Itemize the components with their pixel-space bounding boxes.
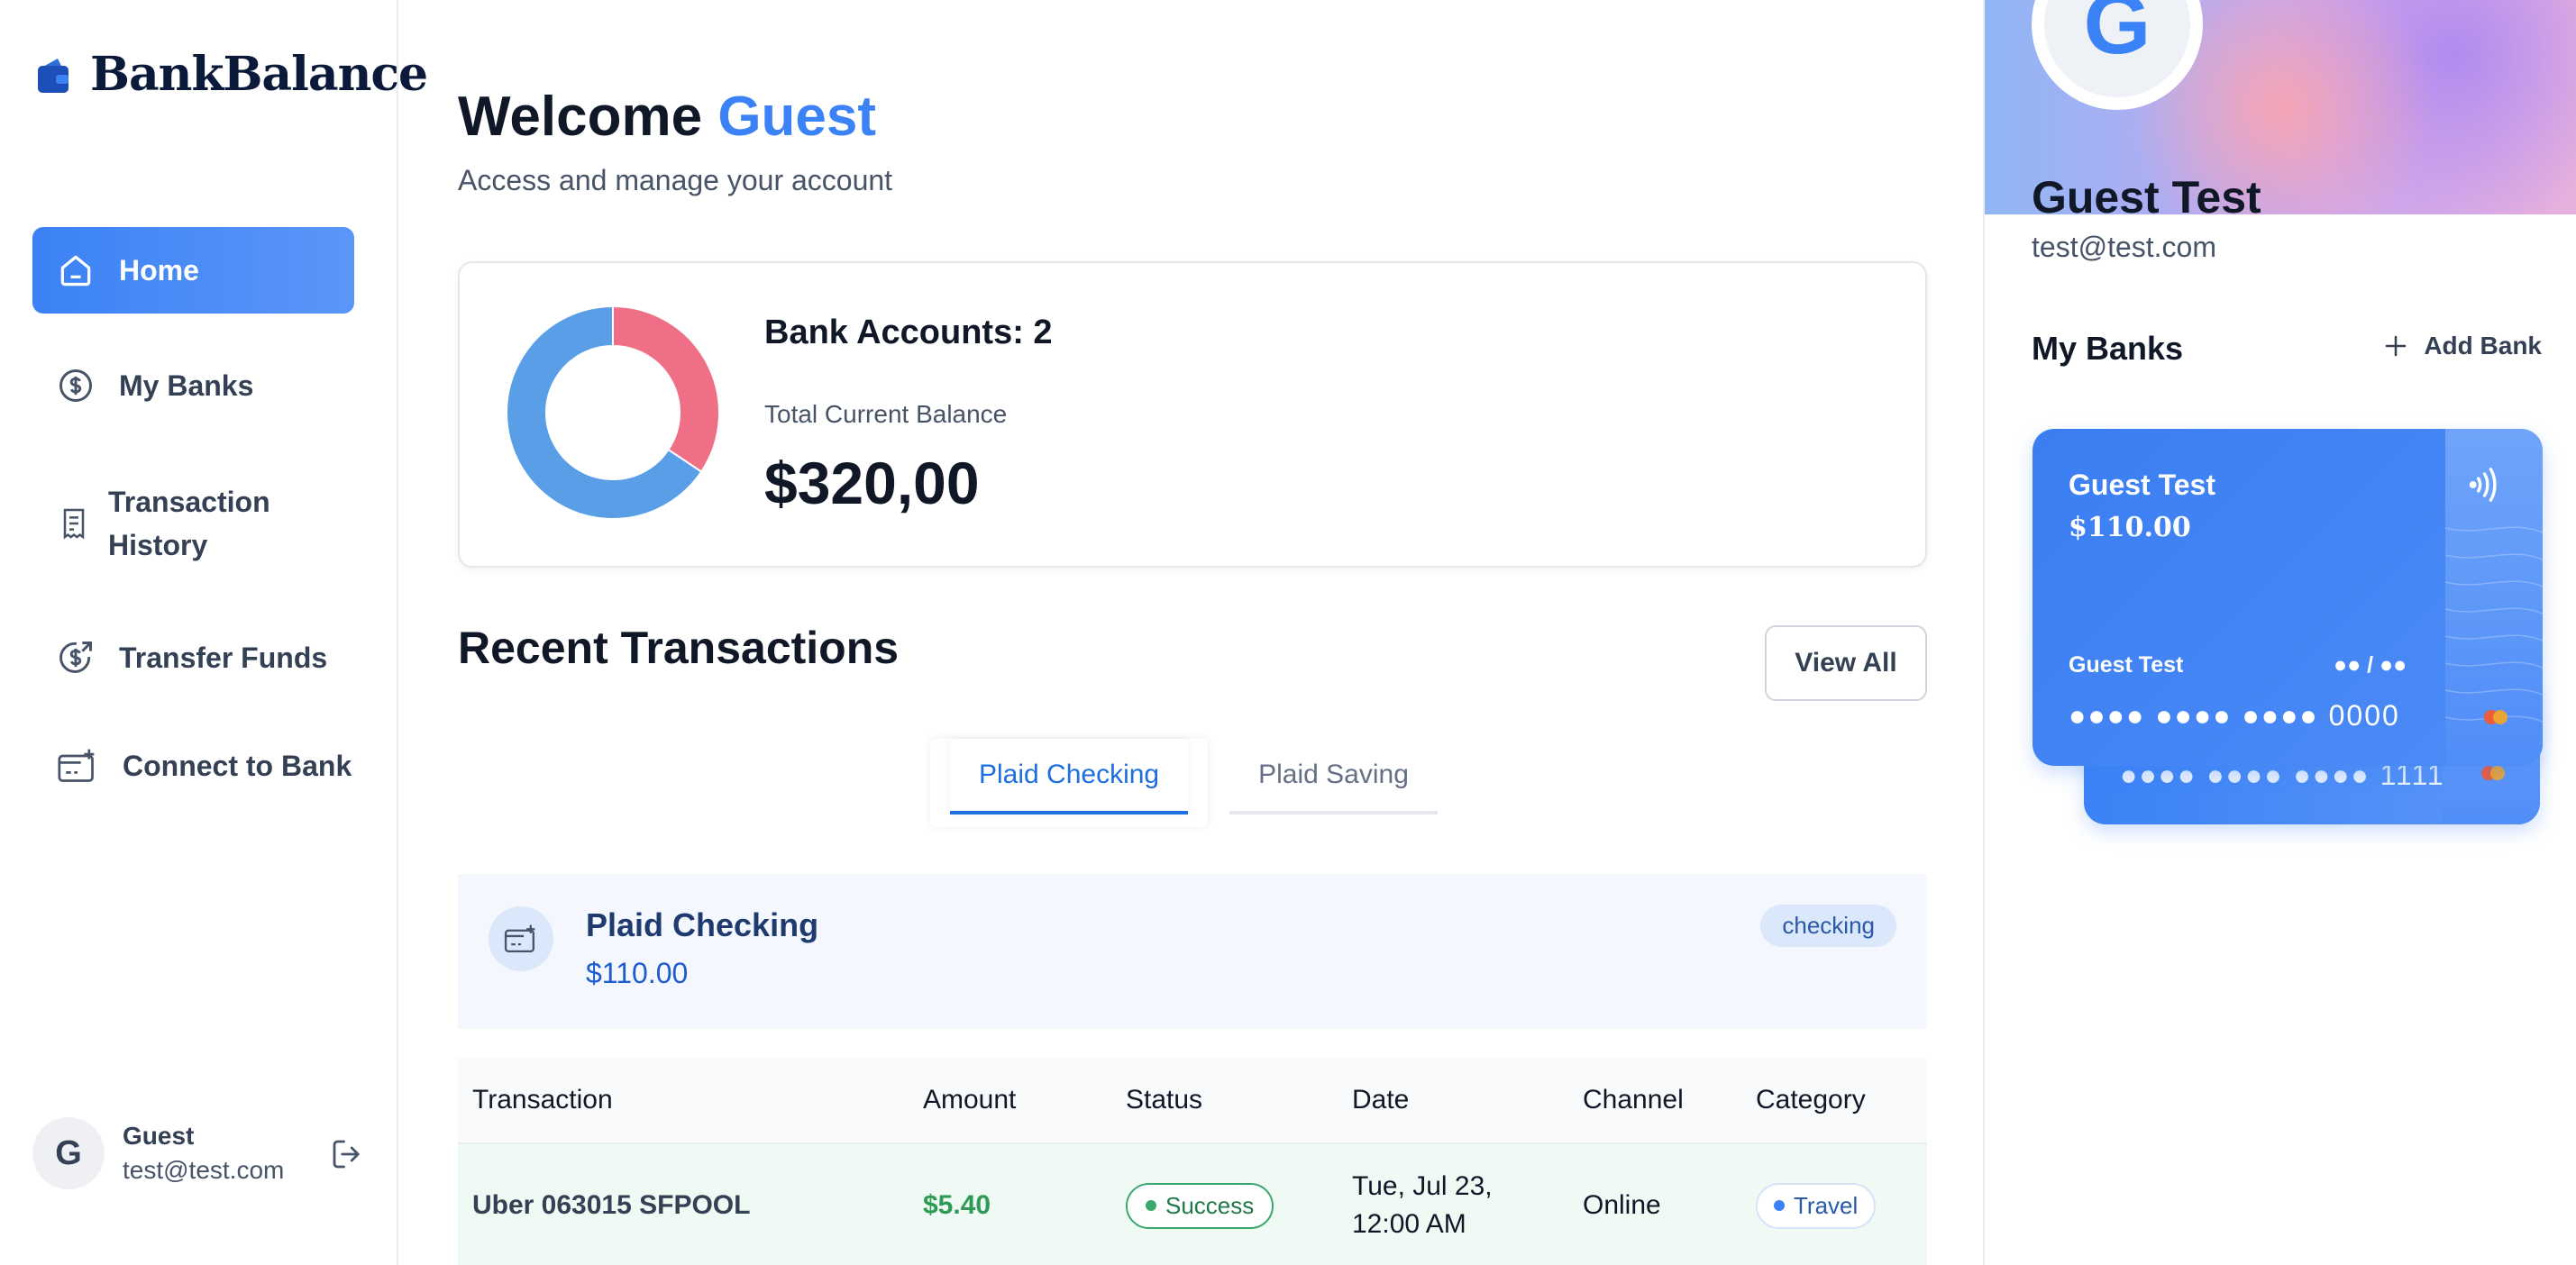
table-row[interactable]: Uber 063015 SFPOOL $5.40 Success Tue, Ju… bbox=[458, 1144, 1927, 1265]
column-header: Date bbox=[1352, 1085, 1410, 1115]
card-number: ●●●● ●●●● ●●●● 0000 bbox=[2069, 699, 2400, 732]
sidebar-item-label: Home bbox=[119, 253, 199, 287]
bank-card-primary[interactable]: Guest Test $110.00 Guest Test ●● / ●● ●●… bbox=[2032, 429, 2543, 766]
footer-user-email: test@test.com bbox=[123, 1156, 285, 1184]
sidebar-item-transaction-history[interactable]: Transaction History bbox=[32, 470, 354, 577]
add-bank-label: Add Bank bbox=[2424, 332, 2542, 359]
tab-plaid-checking[interactable]: Plaid Checking bbox=[950, 739, 1189, 815]
column-header: Amount bbox=[923, 1085, 1017, 1115]
transaction-channel: Online bbox=[1583, 1190, 1661, 1220]
sidebar-item-my-banks[interactable]: My Banks bbox=[32, 342, 354, 429]
card-account-name: Guest Test bbox=[2069, 469, 2215, 501]
logo-text: BankBalance bbox=[90, 47, 428, 102]
category-dot bbox=[1774, 1200, 1785, 1211]
welcome-prefix: Welcome bbox=[458, 86, 703, 148]
balance-donut-chart bbox=[506, 305, 720, 520]
credit-card-add-icon bbox=[504, 924, 535, 952]
card-balance: $110.00 bbox=[2069, 512, 2191, 543]
total-balance-label: Total Current Balance bbox=[764, 400, 1008, 428]
sidebar-item-label: My Banks bbox=[119, 369, 254, 402]
bank-info-name: Plaid Checking bbox=[586, 906, 819, 943]
status-dot bbox=[1146, 1200, 1156, 1211]
profile-avatar: G bbox=[2032, 0, 2203, 110]
category-badge: Travel bbox=[1756, 1182, 1877, 1229]
selected-bank-info: Plaid Checking $110.00 checking bbox=[458, 874, 1927, 1029]
footer-user-info: Guest test@test.com bbox=[123, 1122, 284, 1185]
mastercard-icon bbox=[2484, 710, 2507, 724]
transaction-date: Tue, Jul 23, 12:00 AM bbox=[1352, 1168, 1493, 1243]
column-header: Channel bbox=[1583, 1085, 1684, 1115]
money-send-icon bbox=[59, 642, 92, 673]
transaction-date-time: 12:00 AM bbox=[1352, 1209, 1466, 1239]
column-header: Category bbox=[1756, 1085, 1866, 1115]
transaction-name: Uber 063015 SFPOOL bbox=[472, 1190, 751, 1220]
category-label: Travel bbox=[1794, 1191, 1859, 1219]
credit-card-add-icon bbox=[58, 749, 95, 782]
view-all-button[interactable]: View All bbox=[1765, 625, 1927, 701]
account-tabs: Plaid Checking Plaid Saving bbox=[930, 739, 1438, 827]
wallet-logo-icon bbox=[38, 58, 69, 93]
user-footer: G Guest test@test.com bbox=[32, 1117, 366, 1189]
sidebar-item-label-wrap: Transaction History bbox=[108, 480, 270, 567]
logo[interactable]: BankBalance bbox=[36, 47, 428, 102]
donut-slice bbox=[612, 305, 720, 473]
account-type-badge: checking bbox=[1760, 905, 1896, 947]
dollar-circle-icon bbox=[59, 369, 92, 402]
sidebar-item-connect-to-bank[interactable]: Connect to Bank bbox=[32, 723, 375, 809]
card-holder: Guest Test bbox=[2069, 652, 2184, 678]
bank-accounts-count: Bank Accounts: 2 bbox=[764, 314, 1053, 351]
my-banks-title: My Banks bbox=[2032, 330, 2184, 367]
logout-icon[interactable] bbox=[328, 1135, 366, 1173]
receipt-icon bbox=[63, 508, 85, 540]
status-label: Success bbox=[1165, 1191, 1255, 1219]
sidebar-item-label: Connect to Bank bbox=[123, 749, 352, 782]
sidebar-item-label-line2: History bbox=[108, 529, 208, 561]
card-expiry: ●● / ●● bbox=[2334, 652, 2407, 678]
tab-plaid-saving[interactable]: Plaid Saving bbox=[1229, 739, 1438, 815]
table-header: Transaction Amount Status Date Channel C… bbox=[458, 1058, 1927, 1144]
bank-info-icon-wrap bbox=[489, 906, 553, 971]
page-subtitle: Access and manage your account bbox=[458, 164, 893, 196]
sidebar: BankBalance Home My Banks Transaction Hi… bbox=[0, 0, 428, 1265]
add-bank-button[interactable]: Add Bank bbox=[2382, 332, 2542, 360]
main-content: Welcome Guest Access and manage your acc… bbox=[400, 0, 1983, 1265]
contactless-icon bbox=[2469, 468, 2497, 502]
page-title: Welcome Guest bbox=[458, 85, 876, 149]
transaction-amount: $5.40 bbox=[923, 1190, 991, 1220]
profile-email: test@test.com bbox=[2032, 231, 2216, 263]
mastercard-icon bbox=[2481, 766, 2505, 780]
home-icon bbox=[60, 255, 91, 287]
sidebar-item-home[interactable]: Home bbox=[32, 227, 354, 314]
column-header: Transaction bbox=[472, 1085, 613, 1115]
transactions-table: Transaction Amount Status Date Channel C… bbox=[458, 1058, 1927, 1265]
transaction-date-day: Tue, Jul 23, bbox=[1352, 1171, 1493, 1201]
welcome-user-name: Guest bbox=[717, 86, 877, 148]
profile-name: Guest Test bbox=[2032, 172, 2261, 223]
bank-info-balance: $110.00 bbox=[586, 957, 689, 989]
status-badge: Success bbox=[1126, 1182, 1274, 1229]
profile-panel: G Guest Test test@test.com My Banks Add … bbox=[1983, 0, 2576, 1265]
plus-icon bbox=[2386, 335, 2407, 357]
sidebar-item-label: Transfer Funds bbox=[119, 641, 328, 674]
total-balance-value: $320,00 bbox=[764, 450, 980, 516]
avatar: G bbox=[32, 1117, 105, 1189]
tab-wrap: Plaid Checking bbox=[930, 739, 1209, 827]
column-header: Status bbox=[1126, 1085, 1203, 1115]
footer-user-name: Guest bbox=[123, 1122, 195, 1150]
sidebar-item-transfer-funds[interactable]: Transfer Funds bbox=[32, 614, 354, 701]
sidebar-item-label: Transaction bbox=[108, 486, 270, 518]
recent-transactions-title: Recent Transactions bbox=[458, 623, 900, 673]
balance-summary-card: Bank Accounts: 2 Total Current Balance $… bbox=[458, 261, 1927, 568]
